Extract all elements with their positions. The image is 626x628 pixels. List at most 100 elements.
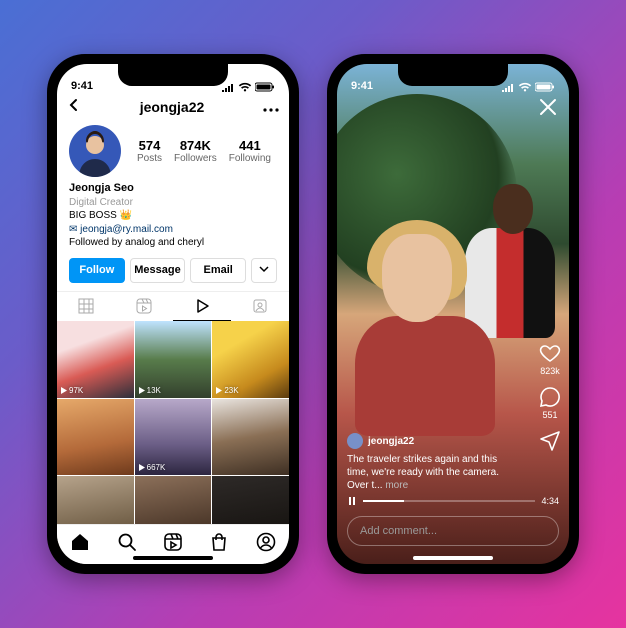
- phone-video: 9:41 823k 551: [327, 54, 579, 574]
- stat-posts[interactable]: 574 Posts: [137, 138, 162, 164]
- status-time: 9:41: [351, 80, 373, 92]
- dots-horizontal-icon: [263, 108, 279, 112]
- grid-cell[interactable]: 23K: [212, 321, 289, 398]
- nav-reels[interactable]: [163, 532, 183, 557]
- share-button[interactable]: [539, 430, 561, 454]
- wifi-icon: [238, 82, 252, 92]
- views-text: 97K: [69, 386, 83, 395]
- chevron-down-icon: [259, 264, 269, 274]
- home-icon: [70, 532, 90, 552]
- video-person-front: [337, 224, 487, 444]
- thumb: [212, 399, 289, 476]
- status-time: 9:41: [71, 80, 93, 92]
- nav-search[interactable]: [117, 532, 137, 557]
- cell-views: 667K: [138, 463, 166, 472]
- bio-email[interactable]: ✉ jeongja@ry.mail.com: [69, 223, 277, 237]
- tagged-icon: [252, 298, 268, 314]
- video-caption: jeongja22 The traveler strikes again and…: [347, 433, 513, 492]
- more-options-button[interactable]: [263, 99, 279, 115]
- signal-icon: [221, 82, 235, 92]
- cell-views: 13K: [138, 386, 161, 395]
- email-button[interactable]: Email: [190, 258, 246, 283]
- play-small-icon: [138, 387, 145, 394]
- screen-profile: 9:41 jeongja22: [57, 64, 289, 564]
- views-text: 667K: [147, 463, 166, 472]
- comment-button[interactable]: 551: [539, 386, 561, 420]
- caption-body: The traveler strikes again and this time…: [347, 454, 499, 491]
- grid-cell[interactable]: 97K: [57, 321, 134, 398]
- profile-topbar: jeongja22: [57, 94, 289, 121]
- profile-stats: 574 Posts 874K Followers 441 Following: [131, 138, 277, 164]
- follow-button[interactable]: Follow: [69, 258, 125, 283]
- battery-icon: [255, 82, 275, 92]
- caption-username: jeongja22: [368, 436, 414, 447]
- stat-followers-label: Followers: [174, 153, 217, 164]
- thumb: [57, 399, 134, 476]
- bag-icon: [209, 532, 229, 552]
- play-small-icon: [215, 387, 222, 394]
- profile-avatar[interactable]: [69, 125, 121, 177]
- close-icon: [539, 98, 557, 116]
- stat-followers-value: 874K: [174, 138, 217, 153]
- status-icons: [501, 82, 555, 92]
- grid-cell[interactable]: 667K: [135, 399, 212, 476]
- profile-icon: [256, 532, 276, 552]
- play-small-icon: [60, 387, 67, 394]
- pause-icon[interactable]: [347, 496, 357, 506]
- video-duration: 4:34: [541, 496, 559, 506]
- bio-line: BIG BOSS 👑: [69, 209, 277, 223]
- tab-reels[interactable]: [115, 292, 173, 321]
- caption-user[interactable]: jeongja22: [347, 433, 513, 449]
- notch: [118, 64, 228, 86]
- scrubber-track[interactable]: [363, 500, 535, 502]
- grid-cell[interactable]: 13K: [135, 321, 212, 398]
- chevron-left-icon: [67, 98, 81, 112]
- search-icon: [117, 532, 137, 552]
- grid-cell[interactable]: [57, 399, 134, 476]
- like-count: 823k: [540, 366, 560, 376]
- back-button[interactable]: [67, 98, 81, 115]
- like-button[interactable]: 823k: [539, 342, 561, 376]
- tab-tagged[interactable]: [231, 292, 289, 321]
- stat-following-label: Following: [229, 153, 271, 164]
- tab-grid[interactable]: [57, 292, 115, 321]
- video-grid: 97K 13K 23K 667K: [57, 321, 289, 553]
- close-button[interactable]: [539, 98, 557, 122]
- caption-text[interactable]: The traveler strikes again and this time…: [347, 453, 513, 492]
- phone-profile: 9:41 jeongja22: [47, 54, 299, 574]
- views-text: 23K: [224, 386, 238, 395]
- profile-bio: Jeongja Seo Digital Creator BIG BOSS 👑 ✉…: [57, 179, 289, 256]
- send-icon: [539, 430, 561, 452]
- profile-header-row: 574 Posts 874K Followers 441 Following: [57, 121, 289, 179]
- grid-icon: [78, 298, 94, 314]
- nav-profile[interactable]: [256, 532, 276, 557]
- comment-input[interactable]: Add comment...: [347, 516, 559, 546]
- wifi-icon: [518, 82, 532, 92]
- reels-icon: [136, 298, 152, 314]
- tab-video[interactable]: [173, 292, 231, 321]
- notch: [398, 64, 508, 86]
- profile-username-title: jeongja22: [81, 99, 263, 115]
- video-scrubber[interactable]: 4:34: [347, 496, 559, 506]
- bio-category: Digital Creator: [69, 196, 277, 210]
- suggestions-toggle-button[interactable]: [251, 258, 277, 283]
- play-icon: [194, 298, 210, 314]
- home-indicator: [413, 556, 493, 560]
- grid-cell[interactable]: [212, 399, 289, 476]
- caption-more[interactable]: more: [385, 480, 408, 491]
- video-action-rail: 823k 551: [539, 342, 561, 454]
- status-icons: [221, 82, 275, 92]
- nav-home[interactable]: [70, 532, 90, 557]
- comment-placeholder: Add comment...: [360, 525, 437, 537]
- bio-name: Jeongja Seo: [69, 181, 277, 196]
- views-text: 13K: [147, 386, 161, 395]
- battery-icon: [535, 82, 555, 92]
- cell-views: 23K: [215, 386, 238, 395]
- message-button[interactable]: Message: [130, 258, 186, 283]
- avatar-image: [69, 125, 121, 177]
- screen-video: 9:41 823k 551: [337, 64, 569, 564]
- stat-followers[interactable]: 874K Followers: [174, 138, 217, 164]
- stat-posts-label: Posts: [137, 153, 162, 164]
- nav-shop[interactable]: [209, 532, 229, 557]
- stat-following[interactable]: 441 Following: [229, 138, 271, 164]
